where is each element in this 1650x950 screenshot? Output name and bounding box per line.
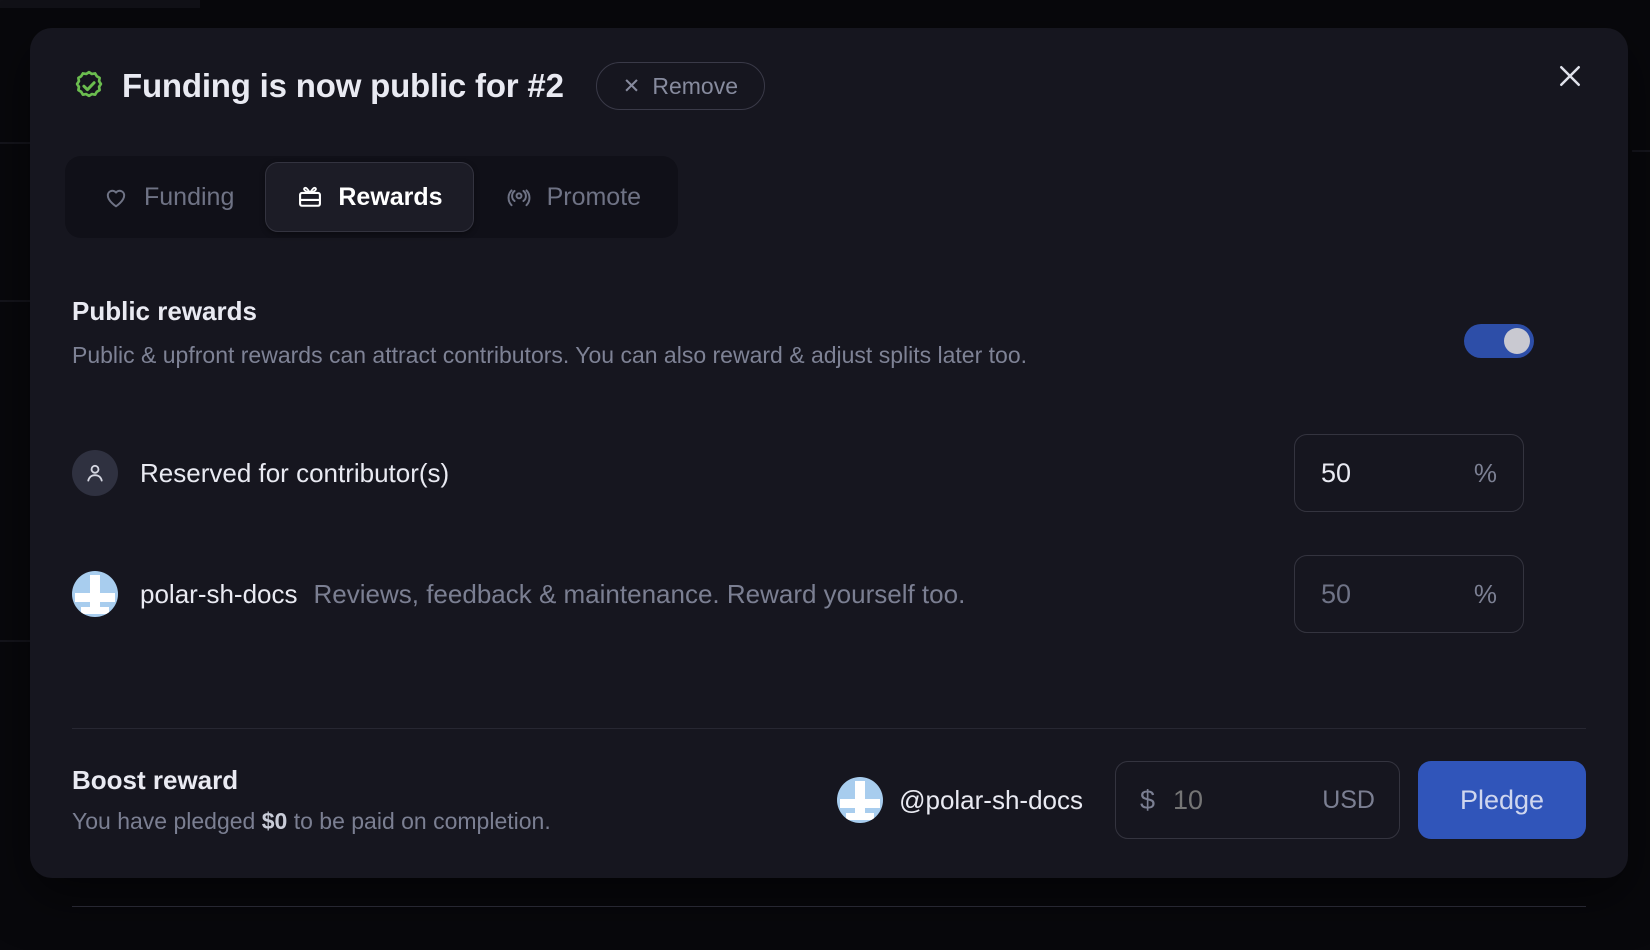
boost-reward-text: Boost reward You have pledged $0 to be p… <box>72 765 551 835</box>
toggle-knob <box>1504 328 1530 354</box>
public-rewards-description: Public & upfront rewards can attract con… <box>72 342 1027 368</box>
boost-reward-section: Boost reward You have pledged $0 to be p… <box>72 740 1586 860</box>
tab-funding-label: Funding <box>144 182 235 211</box>
dollar-icon: $ <box>1140 784 1156 815</box>
verified-check-icon <box>75 70 103 98</box>
tab-funding[interactable]: Funding <box>71 162 265 232</box>
polar-sh-docs-avatar <box>72 571 118 617</box>
boost-reward-subtitle: You have pledged $0 to be paid on comple… <box>72 808 551 835</box>
remove-button[interactable]: ✕ Remove <box>595 62 765 110</box>
backdrop-streak <box>1632 150 1650 152</box>
tab-rewards-label: Rewards <box>338 182 443 211</box>
tab-rewards[interactable]: Rewards <box>265 162 474 232</box>
backdrop-streak <box>0 0 200 8</box>
split-percent-field-contributors[interactable]: % <box>1294 434 1524 512</box>
divider <box>72 906 1586 907</box>
split-label-organization: polar-sh-docs <box>140 578 298 609</box>
public-rewards-toggle[interactable] <box>1464 324 1534 358</box>
remove-button-label: Remove <box>652 72 738 99</box>
split-percent-input-organization[interactable] <box>1321 578 1474 610</box>
person-icon <box>72 450 118 496</box>
tab-bar: Funding Rewards Promote <box>65 156 679 238</box>
pledge-amount-input[interactable] <box>1173 784 1323 816</box>
gift-icon <box>299 186 322 207</box>
boost-handle-label: @polar-sh-docs <box>899 784 1083 815</box>
close-icon <box>1560 66 1580 86</box>
boost-sub-suffix: to be paid on completion. <box>287 808 551 834</box>
polar-sh-docs-avatar <box>837 777 884 823</box>
tab-promote[interactable]: Promote <box>474 162 672 232</box>
page-title: Funding is now public for #2 <box>122 67 564 104</box>
split-row-contributors: Reserved for contributor(s) % <box>72 428 1586 518</box>
boost-reward-title: Boost reward <box>72 765 239 795</box>
split-percent-input-contributors[interactable] <box>1321 457 1474 489</box>
close-button[interactable] <box>1548 54 1592 98</box>
percent-symbol: % <box>1473 457 1497 488</box>
boost-sub-amount: $0 <box>261 808 288 834</box>
backdrop-streak <box>0 640 30 642</box>
split-label-contributors: Reserved for contributor(s) <box>140 457 450 488</box>
x-icon: ✕ <box>622 74 641 98</box>
funding-modal: Funding is now public for #2 ✕ Remove Fu… <box>30 28 1628 907</box>
pledge-button[interactable]: Pledge <box>1418 761 1586 839</box>
public-rewards-title: Public rewards <box>72 296 257 326</box>
split-row-organization: polar-sh-docs Reviews, feedback & mainte… <box>72 549 1586 639</box>
public-rewards-section: Public rewards Public & upfront rewards … <box>72 296 1586 370</box>
boost-sub-prefix: You have pledged <box>72 808 262 834</box>
percent-symbol: % <box>1473 578 1497 609</box>
backdrop-streak <box>0 300 30 302</box>
boost-reward-controls: @polar-sh-docs $ USD Pledge <box>837 761 1586 839</box>
tab-promote-label: Promote <box>546 182 642 211</box>
split-percent-field-organization[interactable]: % <box>1294 555 1524 633</box>
pledge-amount-field[interactable]: $ USD <box>1115 761 1400 839</box>
currency-label: USD <box>1322 785 1375 814</box>
split-sublabel-organization: Reviews, feedback & maintenance. Reward … <box>313 578 966 609</box>
boost-account: @polar-sh-docs <box>837 777 1083 823</box>
heart-icon <box>106 189 126 208</box>
divider <box>72 728 1586 729</box>
modal-header: Funding is now public for #2 ✕ Remove <box>72 50 1586 122</box>
backdrop-streak <box>0 142 30 144</box>
broadcast-icon <box>507 189 530 207</box>
